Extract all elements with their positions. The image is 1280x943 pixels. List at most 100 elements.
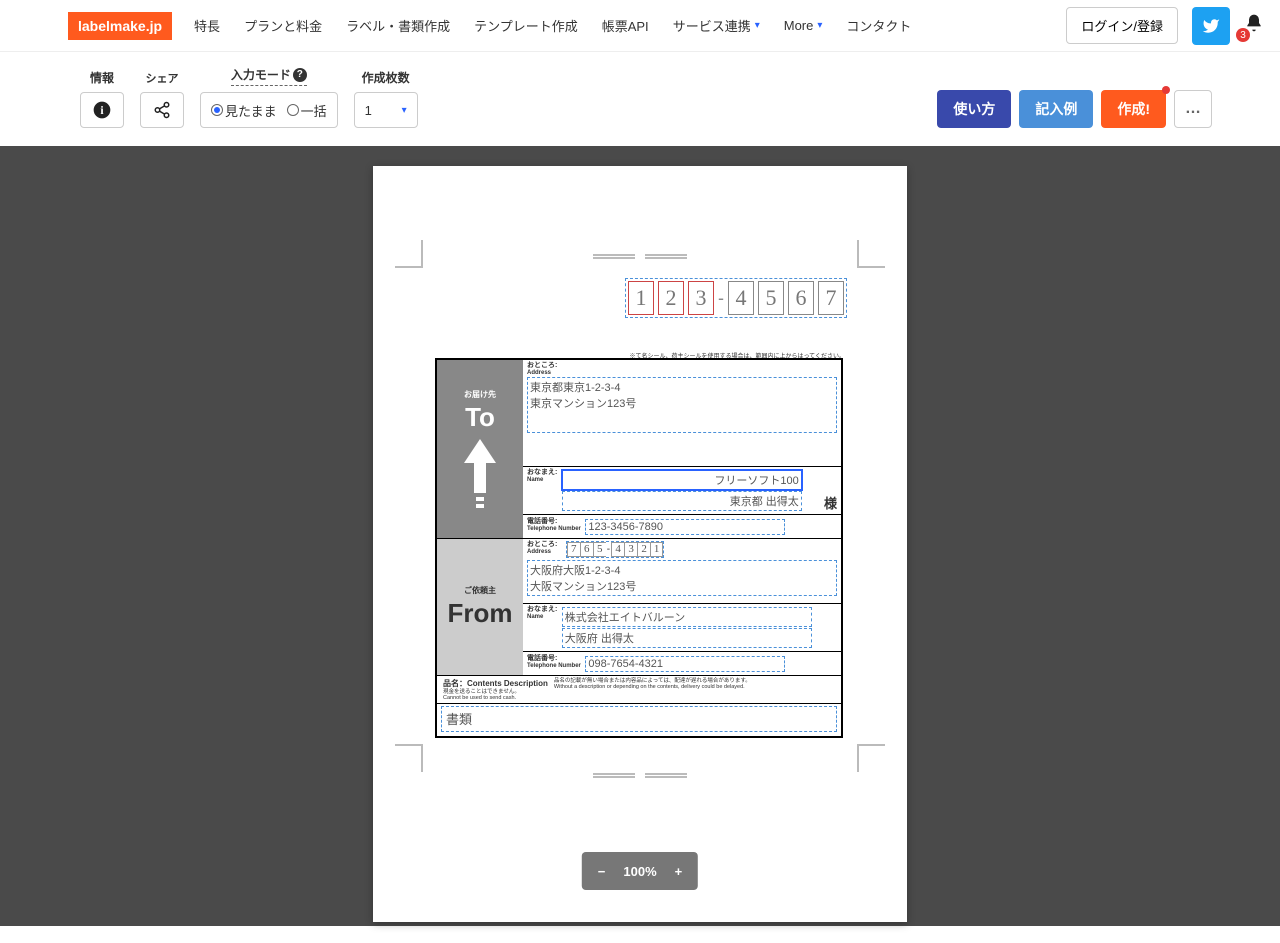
nav-contact[interactable]: コンタクト: [846, 16, 911, 35]
from-company-input[interactable]: 株式会社エイトバルーン: [562, 607, 812, 627]
from-name-input[interactable]: 大阪府 出得太: [562, 628, 812, 648]
info-group: 情報 i: [80, 69, 124, 128]
nav-integrations[interactable]: サービス連携▾: [673, 16, 760, 35]
postal-cell[interactable]: 3: [688, 281, 714, 315]
postal-cell[interactable]: 4: [611, 542, 624, 557]
nav-features[interactable]: 特長: [194, 16, 220, 35]
nav-template-create[interactable]: テンプレート作成: [474, 16, 578, 35]
to-sub: お届け先: [464, 389, 496, 400]
example-button[interactable]: 記入例: [1019, 90, 1093, 128]
to-tel-row: 電話番号:Telephone Number 123-3456-7890: [523, 515, 841, 538]
field-label: 電話番号:Telephone Number: [527, 655, 581, 669]
from-tel-input[interactable]: 098-7654-4321: [585, 656, 785, 672]
contents-header: 品名：Contents Description 現金を送ることはできません。 C…: [437, 676, 841, 704]
nav-label-create[interactable]: ラベル・書類作成: [346, 16, 450, 35]
to-postal-code[interactable]: 1 2 3 - 4 5 6 7: [625, 278, 847, 318]
postal-cell[interactable]: 7: [567, 542, 580, 557]
postal-cell[interactable]: 6: [580, 542, 593, 557]
postal-cell[interactable]: 5: [758, 281, 784, 315]
create-button[interactable]: 作成!: [1101, 90, 1166, 128]
postal-cell[interactable]: 1: [650, 542, 663, 557]
from-address-input[interactable]: 大阪府大阪1-2-3-4大阪マンション123号: [527, 560, 837, 596]
mode-visual[interactable]: 見たまま: [211, 101, 277, 120]
canvas-area: 1 2 3 - 4 5 6 7 ※て名シール、荷主シールを使用する場合は、範囲内…: [0, 146, 1280, 926]
field-label: おなまえ:Name: [527, 469, 557, 483]
from-section: ご依頼主 From おところ:Address 7 6 5 - 4 3 2: [437, 539, 841, 676]
nav-api[interactable]: 帳票API: [602, 16, 649, 35]
info-label: 情報: [90, 69, 114, 86]
postal-cell[interactable]: 6: [788, 281, 814, 315]
page[interactable]: 1 2 3 - 4 5 6 7 ※て名シール、荷主シールを使用する場合は、範囲内…: [373, 166, 907, 922]
crop-mark: [645, 773, 687, 778]
crop-mark: [857, 240, 885, 268]
share-button[interactable]: [140, 92, 184, 128]
zoom-control: − 100% +: [582, 852, 698, 890]
to-company-input[interactable]: フリーソフト100: [562, 470, 802, 490]
from-postal-code[interactable]: 7 6 5 - 4 3 2 1: [566, 541, 664, 558]
zoom-out-button[interactable]: −: [598, 864, 606, 879]
toolbar: 情報 i シェア 入力モード? 見たまま 一括 作成枚数 1▾ 使い方 記入例 …: [0, 52, 1280, 146]
postal-cell[interactable]: 3: [624, 542, 637, 557]
toolbar-left: 情報 i シェア 入力モード? 見たまま 一括 作成枚数 1▾: [80, 66, 418, 128]
count-label: 作成枚数: [362, 69, 410, 86]
nav-more[interactable]: More▾: [784, 18, 823, 33]
howto-button[interactable]: 使い方: [937, 90, 1011, 128]
header: labelmake.jp 特長 プランと料金 ラベル・書類作成 テンプレート作成…: [0, 0, 1280, 52]
postal-cell[interactable]: 2: [658, 281, 684, 315]
twitter-button[interactable]: [1192, 7, 1230, 45]
info-icon: i: [92, 100, 112, 120]
logo[interactable]: labelmake.jp: [68, 12, 172, 40]
field-label: おところ:Address: [527, 362, 837, 376]
chevron-down-icon: ▾: [755, 20, 760, 31]
to-address-input[interactable]: 東京都東京1-2-3-4東京マンション123号: [527, 377, 837, 433]
share-icon: [153, 101, 171, 119]
field-label: おなまえ:Name: [527, 606, 557, 620]
crop-mark: [857, 744, 885, 772]
mode-group: 入力モード? 見たまま 一括: [200, 66, 338, 128]
to-name-row: おなまえ:Name フリーソフト100 東京都 出得太 様: [523, 467, 841, 515]
login-button[interactable]: ログイン/登録: [1066, 7, 1178, 44]
header-left: labelmake.jp 特長 プランと料金 ラベル・書類作成 テンプレート作成…: [68, 12, 911, 40]
contents-note1en: Without a description or depending on th…: [554, 684, 751, 690]
zoom-level: 100%: [623, 864, 656, 879]
nav: 特長 プランと料金 ラベル・書類作成 テンプレート作成 帳票API サービス連携…: [194, 16, 911, 35]
share-label: シェア: [146, 70, 179, 86]
shipping-form: お届け先 To おところ:Address 東京都東京1-2-3-4東京マンション…: [435, 358, 843, 738]
crop-mark: [593, 773, 635, 778]
header-right: ログイン/登録 3: [1066, 7, 1264, 45]
notifications-button[interactable]: 3: [1244, 13, 1264, 38]
from-tel-row: 電話番号:Telephone Number 098-7654-4321: [523, 652, 841, 675]
from-side: ご依頼主 From: [437, 539, 523, 675]
to-fields: おところ:Address 東京都東京1-2-3-4東京マンション123号 おなま…: [523, 360, 841, 538]
to-tel-input[interactable]: 123-3456-7890: [585, 519, 785, 535]
to-side: お届け先 To: [437, 360, 523, 538]
zoom-in-button[interactable]: +: [675, 864, 683, 879]
info-button[interactable]: i: [80, 92, 124, 128]
to-name-input[interactable]: 東京都 出得太: [562, 491, 802, 511]
dash: -: [718, 288, 724, 309]
count-group: 作成枚数 1▾: [354, 69, 418, 128]
radio-on-icon: [211, 104, 223, 116]
radio-off-icon: [287, 104, 299, 116]
postal-cell[interactable]: 5: [593, 542, 606, 557]
to-address-row: おところ:Address 東京都東京1-2-3-4東京マンション123号: [523, 360, 841, 467]
count-select[interactable]: 1▾: [354, 92, 418, 128]
postal-cell[interactable]: 4: [728, 281, 754, 315]
contents-label: 品名：Contents Description: [443, 678, 548, 689]
help-icon[interactable]: ?: [293, 68, 307, 82]
postal-cell[interactable]: 2: [637, 542, 650, 557]
crop-mark: [593, 254, 635, 259]
contents-input[interactable]: 書類: [441, 706, 837, 732]
toolbar-right: 使い方 記入例 作成! …: [937, 90, 1212, 128]
postal-cell[interactable]: 7: [818, 281, 844, 315]
field-label: おところ:Address: [527, 541, 557, 555]
postal-cell[interactable]: 1: [628, 281, 654, 315]
mode-bulk[interactable]: 一括: [287, 101, 327, 120]
share-group: シェア: [140, 70, 184, 128]
more-button[interactable]: …: [1174, 90, 1212, 128]
arrow-up-icon: [460, 439, 500, 509]
nav-pricing[interactable]: プランと料金: [244, 16, 322, 35]
mode-label: 入力モード?: [231, 66, 307, 86]
field-label: 電話番号:Telephone Number: [527, 518, 581, 532]
twitter-icon: [1202, 17, 1220, 35]
